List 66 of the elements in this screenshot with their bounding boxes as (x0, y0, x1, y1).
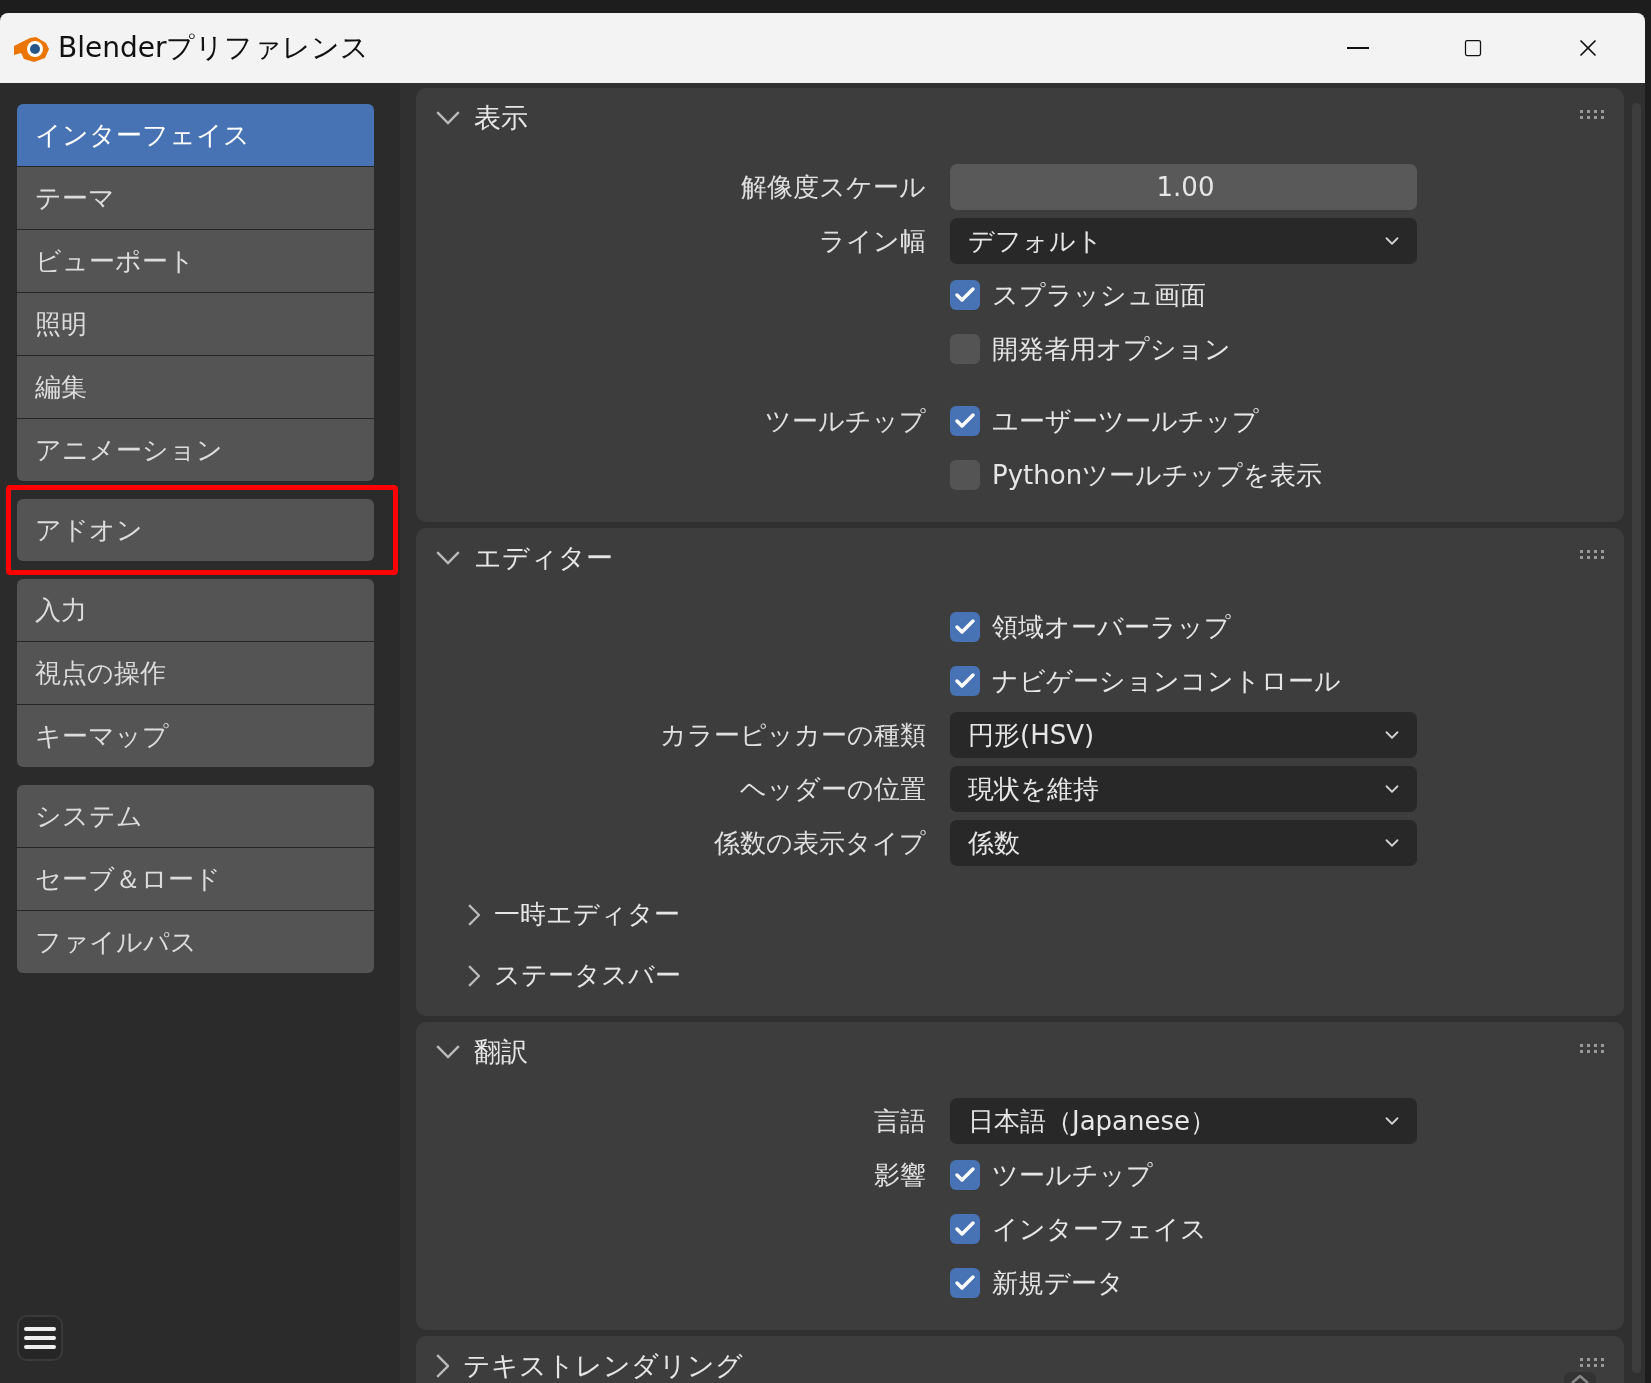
panel-header[interactable]: エディター (416, 528, 1624, 588)
chevron-icon (468, 903, 481, 926)
panel-header[interactable]: 表示 (416, 88, 1624, 148)
chevron-up-icon (1571, 1375, 1589, 1383)
sidebar-item[interactable]: 照明 (17, 293, 374, 355)
field-label: 言語 (873, 1104, 926, 1138)
chevron-icon (436, 551, 460, 565)
checkbox-label: インターフェイス (992, 1212, 1207, 1246)
dropdown[interactable]: 円形(HSV) (950, 712, 1417, 758)
dropdown[interactable]: 現状を維持 (950, 766, 1417, 812)
sidebar-item[interactable]: アニメーション (17, 419, 374, 481)
sidebar-item[interactable]: アドオン (17, 499, 374, 561)
dropdown[interactable]: 日本語（Japanese） (950, 1098, 1417, 1144)
sidebar-item[interactable]: システム (17, 785, 374, 847)
scroll-up-button[interactable] (1564, 1372, 1596, 1383)
checkbox[interactable] (950, 406, 980, 436)
menu-button[interactable] (17, 1315, 63, 1361)
drag-grip-icon[interactable] (1580, 110, 1604, 120)
dropdown[interactable]: 係数 (950, 820, 1417, 866)
window-title: Blenderプリファレンス (58, 30, 370, 66)
menu-icon (24, 1325, 56, 1351)
sidebar-item[interactable]: 編集 (17, 356, 374, 418)
sidebar-item[interactable]: ファイルパス (17, 911, 374, 973)
field-label: ツールチップ (764, 404, 926, 438)
checkbox-label: ツールチップ (992, 1158, 1153, 1192)
chevron-icon (436, 1045, 460, 1059)
drag-grip-icon[interactable] (1580, 1044, 1604, 1054)
sidebar-item[interactable]: セーブ＆ロード (17, 848, 374, 910)
sidebar-item[interactable]: 入力 (17, 579, 374, 641)
sidebar-item[interactable]: 視点の操作 (17, 642, 374, 704)
checkbox-label: 新規データ (992, 1266, 1124, 1300)
sidebar-item[interactable]: ビューポート (17, 230, 374, 292)
maximize-icon (1462, 38, 1483, 58)
checkbox-label: スプラッシュ画面 (992, 278, 1206, 312)
chevron-icon (436, 111, 460, 125)
dropdown[interactable]: デフォルト (950, 218, 1417, 264)
checkbox-label: ユーザーツールチップ (992, 404, 1259, 438)
panel-header[interactable]: 翻訳 (416, 1022, 1624, 1082)
subpanel-header[interactable]: 一時エディター (416, 884, 681, 945)
sidebar-item[interactable]: インターフェイス (17, 104, 374, 166)
minimize-icon (1346, 47, 1369, 49)
chevron-icon (468, 964, 481, 987)
field-label: 影響 (873, 1158, 926, 1192)
checkbox[interactable] (950, 1160, 980, 1190)
subpanel-header[interactable]: ステータスバー (416, 945, 682, 1006)
checkbox[interactable] (950, 1214, 980, 1244)
checkbox[interactable] (950, 280, 980, 310)
sidebar-item[interactable]: テーマ (17, 167, 374, 229)
checkbox-label: Pythonツールチップを表示 (992, 458, 1323, 492)
panel-header[interactable]: テキストレンダリング (416, 1336, 1624, 1383)
checkbox[interactable] (950, 612, 980, 642)
field-label: 係数の表示タイプ (713, 826, 926, 860)
field-label: 解像度スケール (740, 170, 926, 204)
checkbox-label: 開発者用オプション (992, 332, 1231, 366)
checkbox-label: ナビゲーションコントロール (992, 664, 1341, 698)
field-label: カラーピッカーの種類 (659, 718, 926, 752)
drag-grip-icon[interactable] (1580, 1358, 1604, 1368)
checkbox[interactable] (950, 666, 980, 696)
sidebar-item[interactable]: キーマップ (17, 705, 374, 767)
chevron-icon (436, 1354, 450, 1378)
number-field[interactable]: 1.00 (950, 164, 1417, 210)
drag-grip-icon[interactable] (1580, 550, 1604, 560)
field-label: ライン幅 (818, 224, 926, 258)
checkbox[interactable] (950, 1268, 980, 1298)
field-label: ヘッダーの位置 (739, 772, 926, 806)
checkbox-label: 領域オーバーラップ (992, 610, 1231, 644)
